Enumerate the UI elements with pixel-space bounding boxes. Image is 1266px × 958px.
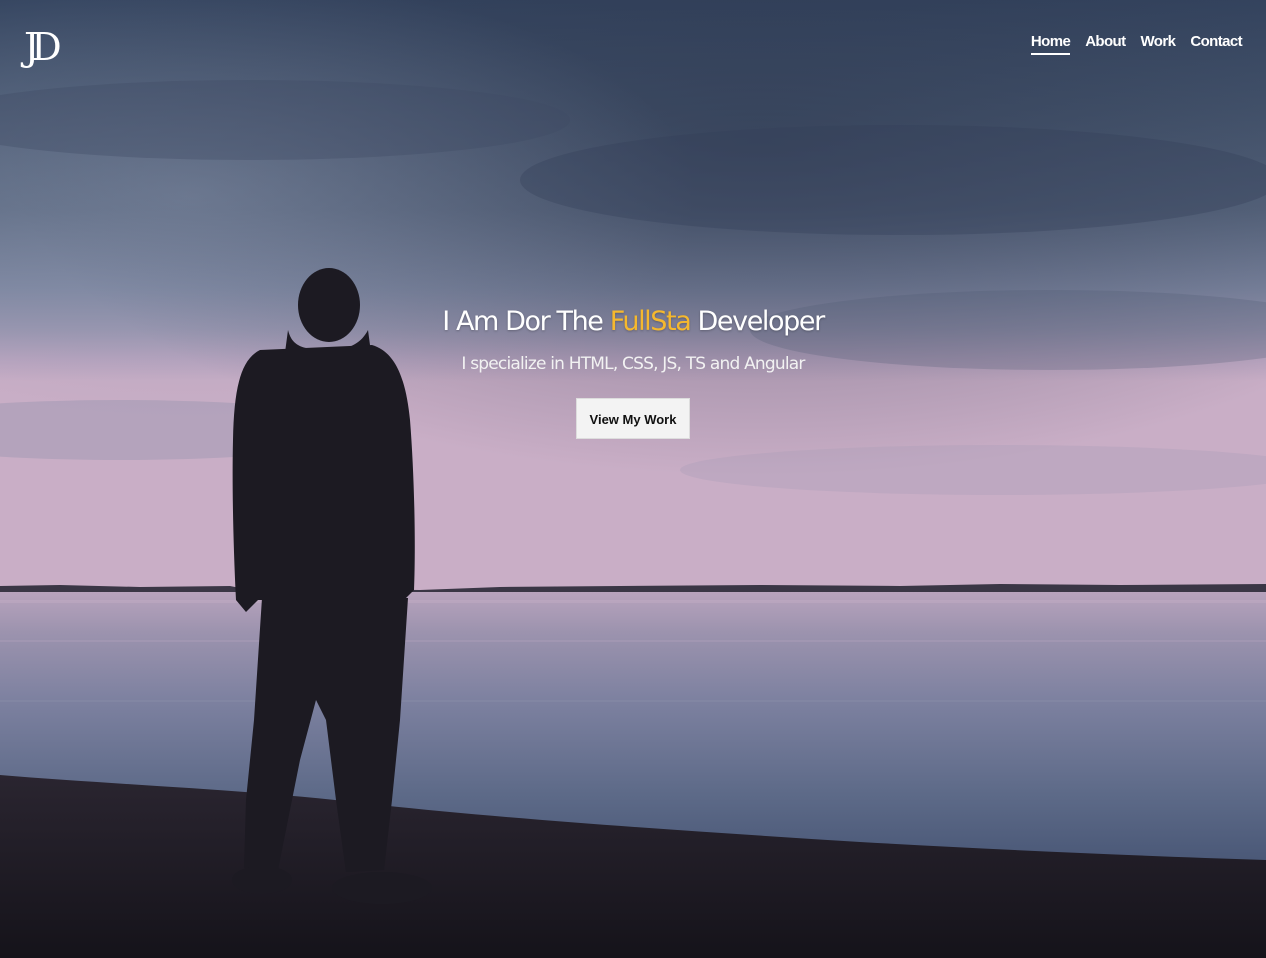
- view-my-work-button[interactable]: View My Work: [576, 398, 690, 439]
- nav-link-about[interactable]: About: [1085, 33, 1126, 55]
- nav-link-contact[interactable]: Contact: [1190, 33, 1242, 55]
- main-nav: Home About Work Contact: [1030, 33, 1243, 55]
- nav-link-work[interactable]: Work: [1141, 33, 1176, 55]
- site-logo[interactable]: JD: [24, 24, 86, 70]
- headline-accent-typed-word: FullSta: [609, 306, 692, 337]
- headline-suffix: Developer: [690, 306, 826, 337]
- hero-section: JD Home About Work Contact I Am Dor The …: [0, 0, 1266, 958]
- hero-subline: I specialize in HTML, CSS, JS, TS and An…: [461, 354, 805, 374]
- hero-background-image: [0, 0, 1266, 958]
- hero-headline: I Am Dor The FullSta Developer: [0, 306, 1266, 337]
- headline-prefix: I Am Dor The: [442, 306, 610, 337]
- nav-link-home[interactable]: Home: [1030, 33, 1071, 55]
